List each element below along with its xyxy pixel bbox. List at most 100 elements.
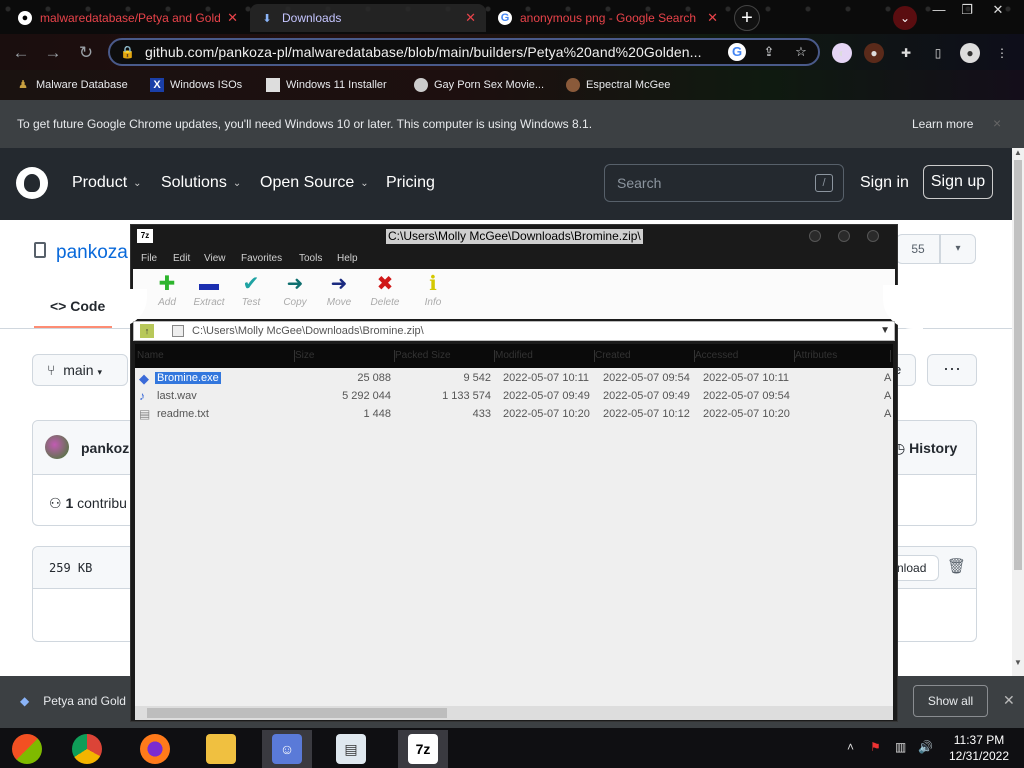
col-name[interactable]: Name bbox=[137, 350, 295, 362]
page-scrollbar[interactable]: ▲ ▼ bbox=[1012, 148, 1024, 676]
side-panel-icon[interactable]: ▯ bbox=[928, 43, 948, 63]
copy-button[interactable]: ➜ Copy bbox=[275, 273, 315, 317]
sevenzip-address-bar[interactable]: ↑ C:\Users\Molly McGee\Downloads\Bromine… bbox=[133, 321, 895, 341]
back-icon[interactable]: ← bbox=[10, 42, 32, 64]
taskbar-people[interactable]: ☺ bbox=[262, 730, 312, 768]
nav-pricing[interactable]: Pricing bbox=[386, 174, 435, 192]
chrome-menu-icon[interactable]: ⋮ bbox=[992, 43, 1012, 63]
extensions-puzzle-icon[interactable]: ✚ bbox=[896, 43, 916, 63]
tab-google-search[interactable]: G anonymous png - Google Search ✕ bbox=[488, 4, 728, 32]
bookmark-windows-11-installer[interactable]: Windows 11 Installer bbox=[266, 76, 387, 94]
menu-favorites[interactable]: Favorites bbox=[241, 253, 282, 264]
sevenzip-titlebar[interactable]: 7z C:\Users\Molly McGee\Downloads\Bromin… bbox=[131, 225, 897, 249]
file-list-hscrollbar[interactable] bbox=[135, 706, 893, 720]
tab-github[interactable]: ● malwaredatabase/Petya and Gold ✕ bbox=[8, 4, 248, 32]
close-shelf-icon[interactable]: ✕ bbox=[1003, 692, 1015, 709]
nav-open-source[interactable]: Open Source ⌄ bbox=[260, 174, 369, 192]
taskbar-7zip[interactable]: 7z bbox=[398, 730, 448, 768]
col-modified[interactable]: Modified bbox=[495, 350, 595, 362]
menu-tools[interactable]: Tools bbox=[299, 253, 322, 264]
volume-icon[interactable]: 🔊 bbox=[918, 740, 933, 754]
menu-edit[interactable]: Edit bbox=[173, 253, 190, 264]
add-button[interactable]: ✚ Add bbox=[147, 273, 187, 317]
info-button[interactable]: ℹ Info bbox=[413, 273, 453, 317]
start-button[interactable] bbox=[4, 730, 50, 768]
branch-selector[interactable]: ⑂ main ▾ bbox=[32, 354, 128, 386]
taskbar-notepad[interactable]: ▤ bbox=[328, 730, 374, 768]
repo-owner-link[interactable]: pankoza bbox=[56, 242, 128, 264]
menu-view[interactable]: View bbox=[204, 253, 226, 264]
history-link[interactable]: ◷ History bbox=[893, 440, 957, 457]
minimize-icon[interactable] bbox=[809, 230, 821, 242]
col-accessed[interactable]: Accessed bbox=[695, 350, 795, 362]
profile-icon[interactable]: ● bbox=[960, 43, 980, 63]
tab-search-button[interactable]: ⌄ bbox=[893, 6, 917, 30]
learn-more-link[interactable]: Learn more bbox=[912, 117, 973, 131]
move-button[interactable]: ➜ Move bbox=[319, 273, 359, 317]
extract-button[interactable]: ▬ Extract bbox=[189, 273, 229, 317]
more-options-button[interactable]: ··· bbox=[927, 354, 977, 386]
flag-icon[interactable]: ⚑ bbox=[870, 740, 881, 754]
window-close-icon[interactable]: ✕ bbox=[984, 2, 1012, 18]
avatar[interactable] bbox=[45, 435, 69, 459]
show-all-button[interactable]: Show all bbox=[913, 685, 988, 717]
maximize-icon[interactable] bbox=[838, 230, 850, 242]
folder-up-icon[interactable]: ↑ bbox=[140, 324, 154, 338]
sign-up-button[interactable]: Sign up bbox=[923, 165, 993, 199]
restore-icon[interactable]: ❐ bbox=[953, 2, 981, 18]
file-row[interactable]: ◆ Bromine.exe 25 088 9 542 2022-05-07 10… bbox=[135, 370, 893, 388]
extension-avatar-icon[interactable]: ● bbox=[864, 43, 884, 63]
nav-product[interactable]: Product ⌄ bbox=[72, 174, 142, 192]
sign-in-link[interactable]: Sign in bbox=[860, 174, 909, 192]
network-icon[interactable]: ▥ bbox=[895, 740, 906, 754]
tab-downloads[interactable]: ⬇ Downloads ✕ bbox=[250, 4, 486, 32]
bookmark-espectral-mcgee[interactable]: Espectral McGee bbox=[566, 76, 670, 94]
taskbar-firefox[interactable] bbox=[132, 730, 178, 768]
menu-file[interactable]: File bbox=[141, 253, 157, 264]
file-row[interactable]: ♪ last.wav 5 292 044 1 133 574 2022-05-0… bbox=[135, 388, 893, 406]
forward-icon[interactable]: → bbox=[42, 42, 64, 64]
bookmark-windows-isos[interactable]: X Windows ISOs bbox=[150, 76, 242, 94]
share-icon[interactable]: ⇪ bbox=[760, 43, 778, 61]
close-tab-icon[interactable]: ✕ bbox=[227, 10, 238, 26]
close-icon[interactable] bbox=[867, 230, 879, 242]
scroll-down-icon[interactable]: ▼ bbox=[1014, 658, 1022, 667]
commit-author[interactable]: pankoz bbox=[81, 440, 129, 456]
bookmark-star-icon[interactable]: ☆ bbox=[792, 43, 810, 61]
delete-button[interactable]: ✖ Delete bbox=[365, 273, 405, 317]
file-row[interactable]: ▤ readme.txt 1 448 433 2022-05-07 10:20 … bbox=[135, 406, 893, 424]
close-tab-icon[interactable]: ✕ bbox=[707, 10, 718, 26]
address-bar[interactable]: 🔒 github.com/pankoza-pl/malwaredatabase/… bbox=[108, 38, 820, 66]
trash-icon[interactable]: 🗑 bbox=[947, 557, 966, 575]
taskbar-chrome[interactable] bbox=[64, 730, 110, 768]
scrollbar-thumb[interactable] bbox=[147, 708, 447, 718]
col-packed[interactable]: Packed Size bbox=[395, 350, 495, 362]
scroll-up-icon[interactable]: ▲ bbox=[1014, 148, 1022, 157]
scrollbar-thumb[interactable] bbox=[1014, 160, 1022, 570]
star-count[interactable]: 55 bbox=[896, 234, 940, 264]
github-search-input[interactable]: Search / bbox=[604, 164, 844, 202]
bookmark-malware-database[interactable]: ♟ Malware Database bbox=[16, 76, 128, 94]
chevron-down-icon[interactable]: ▼ bbox=[880, 325, 890, 336]
sevenzip-window[interactable]: 7z C:\Users\Molly McGee\Downloads\Bromin… bbox=[117, 224, 923, 722]
col-size[interactable]: Size bbox=[295, 350, 395, 362]
menu-help[interactable]: Help bbox=[337, 253, 358, 264]
test-button[interactable]: ✔ Test bbox=[231, 273, 271, 317]
show-hidden-icons-icon[interactable]: ˄ bbox=[847, 740, 854, 754]
system-clock[interactable]: 11:37 PM 12/31/2022 bbox=[946, 732, 1012, 764]
taskbar-file-explorer[interactable] bbox=[198, 730, 244, 768]
google-lens-icon[interactable]: G bbox=[728, 43, 746, 61]
infobar-close-icon[interactable]: × bbox=[993, 115, 1001, 131]
lock-icon[interactable]: 🔒 bbox=[120, 45, 135, 59]
github-logo-icon[interactable] bbox=[16, 167, 48, 199]
bookmark-video-site[interactable]: Gay Porn Sex Movie... bbox=[414, 76, 544, 94]
minimize-icon[interactable]: — bbox=[925, 2, 953, 18]
reload-icon[interactable]: ↻ bbox=[75, 42, 97, 64]
close-tab-icon[interactable]: ✕ bbox=[465, 10, 476, 26]
download-button[interactable]: nload bbox=[891, 555, 939, 581]
star-dropdown-icon[interactable]: ▾ bbox=[940, 234, 976, 264]
nav-solutions[interactable]: Solutions ⌄ bbox=[161, 174, 241, 192]
download-item[interactable]: ◆ Petya and Gold bbox=[20, 694, 126, 708]
tab-code[interactable]: <> Code bbox=[50, 298, 105, 314]
col-attributes[interactable]: Attributes bbox=[795, 350, 891, 362]
